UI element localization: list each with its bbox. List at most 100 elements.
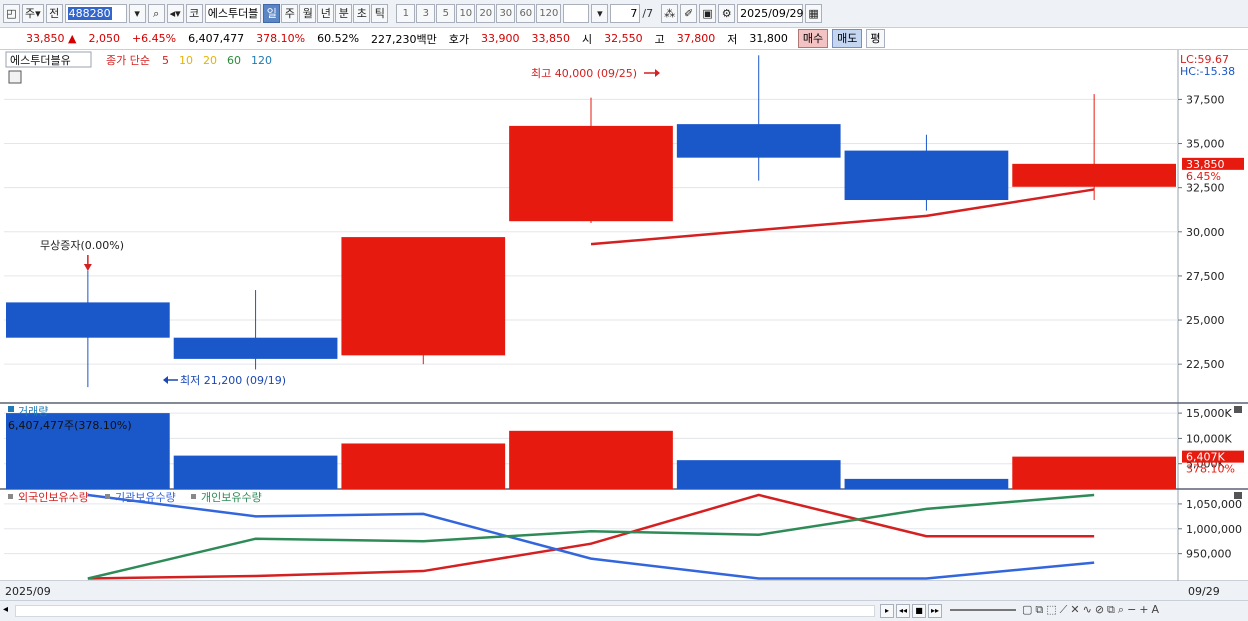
- volume-bar: [173, 455, 338, 489]
- interval-custom-input[interactable]: [563, 4, 590, 23]
- period-tab[interactable]: 초: [353, 4, 371, 23]
- interval-button[interactable]: 120: [536, 4, 562, 23]
- tool-cross-icon[interactable]: ✕: [1070, 603, 1079, 617]
- candle-body: [509, 125, 673, 222]
- plus-icon[interactable]: +: [1139, 603, 1148, 617]
- candle-body: [341, 237, 506, 356]
- legend-swatch: [191, 494, 196, 499]
- calendar-icon[interactable]: ▦: [805, 4, 823, 23]
- period-tab[interactable]: 일: [263, 4, 281, 23]
- minus-icon[interactable]: −: [1127, 603, 1136, 617]
- buy-button[interactable]: 매수: [797, 29, 829, 48]
- volume-value: 6,407,477: [188, 32, 245, 45]
- holdings-tick-label: 950,000: [1186, 548, 1232, 561]
- tool-select-icon[interactable]: ⬚: [1046, 603, 1056, 617]
- search-icon[interactable]: ⌕: [147, 4, 165, 23]
- rewind-icon[interactable]: ◂◂: [896, 604, 910, 618]
- price-tick-label: 27,500: [1186, 270, 1225, 283]
- x-end-label: 09/29: [1188, 585, 1220, 598]
- volume-bar: [676, 460, 841, 489]
- period-tab[interactable]: 주: [281, 4, 299, 23]
- next-icon[interactable]: ▸: [880, 604, 894, 618]
- horizontal-scrollbar[interactable]: [15, 605, 875, 617]
- tool-rect-icon[interactable]: ▢: [1022, 603, 1032, 617]
- speaker-icon[interactable]: ◂▾: [166, 4, 184, 23]
- bid-label: 호가: [448, 32, 470, 46]
- code-dropdown-icon[interactable]: ▾: [128, 4, 146, 23]
- gear-icon[interactable]: ⚙: [718, 4, 736, 23]
- avg-button[interactable]: 평: [866, 29, 885, 48]
- stock-label: 에스투더블유: [10, 54, 71, 67]
- interval-button[interactable]: 30: [496, 4, 516, 23]
- period-tab[interactable]: 분: [335, 4, 353, 23]
- interval-button[interactable]: 10: [456, 4, 476, 23]
- interval-button[interactable]: 20: [476, 4, 496, 23]
- page-count-input[interactable]: 7: [610, 4, 641, 23]
- holdings-legend-item: 기관보유수량: [115, 491, 176, 504]
- holdings-tick-label: 1,050,000: [1186, 498, 1242, 511]
- ma-period-label: 60: [227, 54, 241, 67]
- tool-wave-icon[interactable]: ∿: [1083, 603, 1092, 617]
- compare-icon[interactable]: ⁂: [661, 4, 679, 23]
- candle-body: [6, 302, 170, 338]
- volume-bar: [341, 443, 506, 489]
- draw-icon[interactable]: ✐: [680, 4, 698, 23]
- interval-buttons: 1 3 5 10 20 30 60 120: [396, 4, 562, 23]
- forward-icon[interactable]: ▸▸: [928, 604, 942, 618]
- interval-button[interactable]: 5: [436, 4, 456, 23]
- interval-button[interactable]: 3: [416, 4, 436, 23]
- zoom-icon[interactable]: ⌕: [1118, 603, 1124, 617]
- current-price: 33,850 ▲: [26, 32, 77, 45]
- price-tick-label: 30,000: [1186, 226, 1225, 239]
- holdings-legend-item: 외국인보유수량: [18, 491, 89, 504]
- sell-button[interactable]: 매도: [832, 29, 863, 48]
- period-tab[interactable]: 월: [299, 4, 317, 23]
- toolbar: ◰ 주▾ 전 488280 ▾ ⌕ ◂▾ 코 에스투더블 일주월년분초틱 135…: [0, 0, 1248, 28]
- tool-layers-icon[interactable]: ⧉: [1107, 603, 1115, 617]
- period-tab[interactable]: 틱: [371, 4, 389, 23]
- candle-body: [173, 337, 338, 359]
- save-icon[interactable]: ▣: [699, 4, 717, 23]
- trade-amount: 227,230백만: [371, 32, 437, 46]
- ma-label: 종가 단순: [106, 54, 150, 67]
- drawing-tools: ▢ ⧉ ⬚ ⟋ ✕ ∿ ⊘ ⧉ ⌕ − + A: [1022, 603, 1159, 617]
- playback-controls: ▸ ◂◂ ■ ▸▸: [880, 604, 942, 618]
- price-tick-label: 22,500: [1186, 358, 1225, 371]
- text-icon[interactable]: A: [1152, 603, 1160, 617]
- ma-period-label: 10: [179, 54, 193, 67]
- volume-label: 거래량: [18, 405, 48, 418]
- tool-line-icon[interactable]: ⟋: [1060, 603, 1068, 617]
- high-label: 고: [654, 32, 665, 46]
- volume-bar: [1012, 456, 1176, 489]
- scroll-left-icon[interactable]: ◂: [3, 604, 8, 615]
- candle-body: [1012, 163, 1176, 187]
- price-change-pct: +6.45%: [131, 32, 177, 45]
- quote-bar: 33,850 ▲ 2,050 +6.45% 6,407,477 378.10% …: [0, 28, 1248, 50]
- price-tick-label: 35,000: [1186, 138, 1225, 151]
- ma-period-label: 120: [251, 54, 272, 67]
- ask-price: 33,850: [531, 32, 571, 45]
- stock-chart[interactable]: 37,500 35,000 32,500 30,000 27,500 25,000 22,5…: [0, 50, 1248, 600]
- interval-button[interactable]: 60: [516, 4, 536, 23]
- chart-menu-icon[interactable]: ◰: [3, 4, 20, 23]
- tool-copy-icon[interactable]: ⧉: [1035, 603, 1043, 617]
- bottom-bar: ◂ ▸ ◂◂ ■ ▸▸ ▢ ⧉ ⬚ ⟋ ✕ ∿ ⊘ ⧉ ⌕ − + A: [0, 600, 1248, 621]
- date-input[interactable]: 2025/09/29: [737, 4, 804, 23]
- candle-body: [844, 150, 1009, 201]
- holdings-legend-item: 개인보유수량: [201, 491, 262, 504]
- stop-icon[interactable]: ■: [912, 604, 926, 618]
- interval-dropdown-icon[interactable]: ▾: [591, 4, 609, 23]
- legend-swatch: [8, 494, 13, 499]
- open-label: 시: [582, 32, 593, 46]
- price-change: 2,050: [88, 32, 120, 45]
- period-tabs: 일주월년분초틱: [263, 4, 389, 23]
- period-tab[interactable]: 년: [317, 4, 335, 23]
- code-input[interactable]: 488280: [64, 4, 127, 23]
- open-price: 32,550: [604, 32, 643, 45]
- tool-ruler-icon[interactable]: ⊘: [1095, 603, 1104, 617]
- volume-legend-swatch: [8, 406, 14, 412]
- interval-button[interactable]: 1: [396, 4, 416, 23]
- type-select[interactable]: 주▾: [22, 4, 44, 23]
- scope-button[interactable]: 전: [45, 4, 63, 23]
- zoom-slider[interactable]: [950, 609, 1016, 611]
